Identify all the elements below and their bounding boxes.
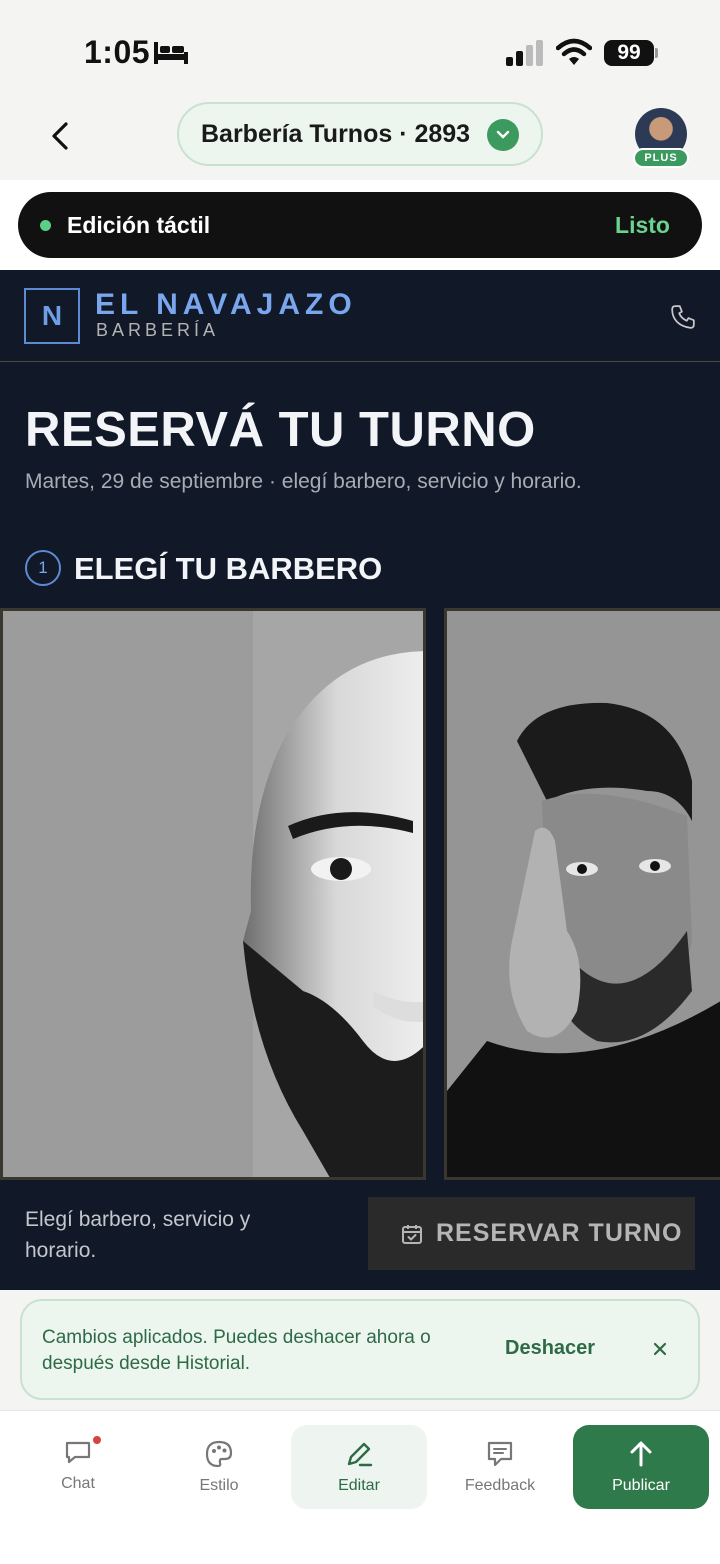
tab-label: Publicar (612, 1477, 670, 1494)
hero-subtitle: Martes, 29 de septiembre · elegí barbero… (25, 470, 582, 493)
site-header: N EL NAVAJAZO BARBERÍA (0, 270, 720, 362)
site-preview: N EL NAVAJAZO BARBERÍA RESERVÁ TU TURNO … (0, 270, 720, 1290)
brand-name: EL NAVAJAZO (95, 288, 357, 321)
notification-dot (93, 1436, 101, 1444)
booking-hint: Elegí barbero, servicio y horario. (25, 1208, 251, 1262)
step-title: ELEGÍ TU BARBERO (74, 551, 383, 586)
brand-subtitle: BARBERÍA (96, 320, 220, 340)
close-icon[interactable] (646, 1335, 674, 1363)
battery-tip (655, 48, 658, 58)
signal-icon (506, 40, 543, 66)
touch-edit-label: Edición táctil (67, 212, 211, 238)
tab-chat[interactable]: Chat (10, 1425, 146, 1509)
barber-card[interactable] (0, 608, 426, 1180)
bottom-tab-bar: Chat Estilo Editar Feedback Publicar (0, 1410, 720, 1564)
status-bar: 1:05 99 (0, 0, 720, 100)
chevron-down-icon (487, 119, 519, 151)
done-button[interactable]: Listo (615, 212, 670, 239)
tab-edit[interactable]: Editar (291, 1425, 427, 1509)
status-time: 1:05 (84, 34, 151, 70)
book-button-label: RESERVAR TURNO (436, 1219, 683, 1247)
tab-style[interactable]: Estilo (151, 1425, 287, 1509)
wifi-icon (556, 38, 592, 65)
toast-message: Cambios aplicados. Puedes deshacer ahora… (42, 1327, 431, 1374)
chat-icon (65, 1441, 91, 1464)
tab-label: Editar (338, 1477, 380, 1494)
tab-label: Chat (61, 1475, 95, 1492)
touch-edit-bar: Edición táctil Listo (18, 192, 702, 258)
barber-photo (3, 611, 423, 1177)
barber-card[interactable] (444, 608, 720, 1180)
top-nav: Barbería Turnos · 2893 PLUS (0, 100, 720, 180)
site-logo[interactable]: N (24, 288, 80, 344)
step-number: 1 (25, 550, 61, 586)
booking-bar: Elegí barbero, servicio y horario. RESER… (0, 1180, 720, 1290)
tab-label: Estilo (199, 1477, 239, 1494)
plan-badge: PLUS (633, 148, 689, 168)
pencil-icon (347, 1442, 373, 1467)
feedback-icon (487, 1441, 513, 1467)
tab-publish[interactable]: Publicar (573, 1425, 709, 1509)
palette-icon (205, 1440, 233, 1468)
calendar-icon (402, 1224, 422, 1244)
edit-banner: Edición táctil Listo (0, 180, 720, 270)
tab-label: Feedback (464, 1477, 536, 1494)
undo-button[interactable]: Deshacer (505, 1337, 595, 1360)
bed-icon (154, 42, 188, 64)
arrow-up-icon (630, 1441, 652, 1467)
tab-feedback[interactable]: Feedback (432, 1425, 568, 1509)
barber-photo (447, 611, 720, 1177)
battery-icon: 99 (604, 40, 654, 66)
project-title: Barbería Turnos · 2893 (201, 119, 471, 148)
project-selector[interactable]: Barbería Turnos · 2893 (177, 102, 543, 166)
hero-title: RESERVÁ TU TURNO (25, 403, 536, 457)
status-dot (40, 220, 51, 231)
phone-icon[interactable] (670, 304, 696, 330)
book-appointment-button[interactable]: RESERVAR TURNO (368, 1197, 695, 1270)
changes-toast: Cambios aplicados. Puedes deshacer ahora… (20, 1299, 700, 1400)
back-button[interactable] (40, 116, 80, 156)
back-icon (52, 122, 68, 150)
